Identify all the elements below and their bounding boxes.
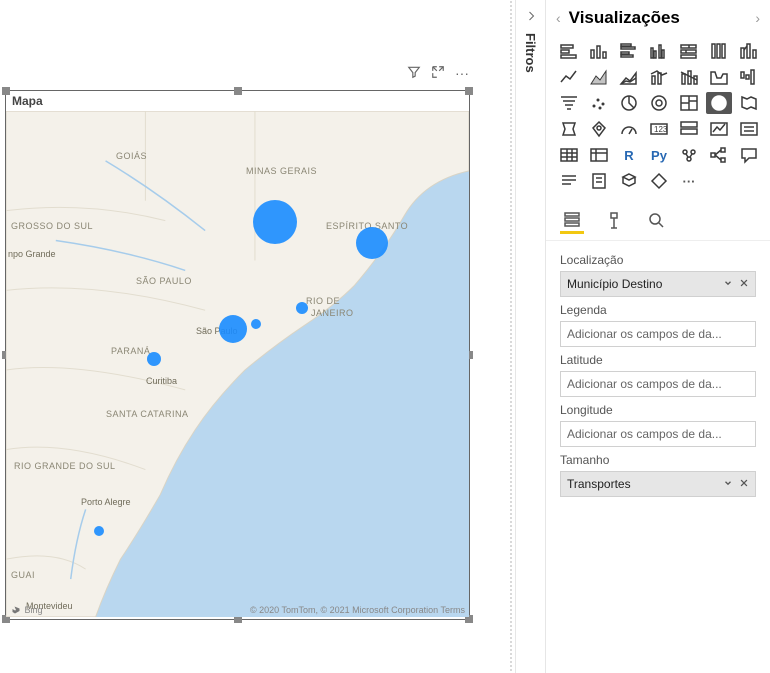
waterfall-icon[interactable]	[736, 66, 762, 88]
ribbon-chart-icon[interactable]	[706, 66, 732, 88]
state-label: GROSSO DO SUL	[11, 221, 93, 231]
chevron-down-icon[interactable]	[723, 277, 733, 291]
field-well-legend[interactable]: Adicionar os campos de da...	[560, 321, 756, 347]
treemap-icon[interactable]	[676, 92, 702, 114]
stacked-bar-icon[interactable]	[556, 40, 582, 62]
map-surface[interactable]: GOIÁSMINAS GERAISGROSSO DO SULESPÍRITO S…	[6, 111, 469, 617]
stacked-bar-100-icon[interactable]	[676, 40, 702, 62]
stacked-column-100-icon[interactable]	[706, 40, 732, 62]
scatter-icon[interactable]	[586, 92, 612, 114]
ribbon-icon[interactable]	[736, 40, 762, 62]
field-well-latitude[interactable]: Adicionar os campos de da...	[560, 371, 756, 397]
state-label: GUAI	[11, 570, 35, 580]
shape-map-icon[interactable]	[556, 118, 582, 140]
r-visual-icon[interactable]: R	[616, 144, 642, 166]
filled-map-icon[interactable]	[736, 92, 762, 114]
clustered-column-icon[interactable]	[646, 40, 672, 62]
remove-field-icon[interactable]	[739, 277, 749, 291]
paginated-report-icon[interactable]	[586, 170, 612, 192]
gauge-icon[interactable]	[616, 118, 642, 140]
state-label: PARANÁ	[111, 346, 150, 356]
state-label: RIO GRANDE DO SUL	[14, 461, 116, 471]
field-label-location: Localização	[560, 253, 756, 267]
expand-filters-icon[interactable]	[525, 10, 537, 25]
smart-narrative-icon[interactable]	[556, 170, 582, 192]
bing-logo: Bing	[10, 603, 43, 615]
field-well-longitude[interactable]: Adicionar os campos de da...	[560, 421, 756, 447]
field-label-size: Tamanho	[560, 453, 756, 467]
funnel-icon[interactable]	[556, 92, 582, 114]
data-bubble[interactable]	[251, 319, 261, 329]
field-well-location[interactable]: Município Destino	[560, 271, 756, 297]
remove-field-icon[interactable]	[739, 477, 749, 491]
state-label: JANEIRO	[311, 308, 354, 318]
data-bubble[interactable]	[253, 200, 297, 244]
get-more-visuals-icon[interactable]: ···	[676, 170, 702, 192]
decomposition-tree-icon[interactable]	[706, 144, 732, 166]
field-label-legend: Legenda	[560, 303, 756, 317]
resize-handle[interactable]	[465, 87, 473, 95]
key-influencers-icon[interactable]	[676, 144, 702, 166]
state-label: GOIÁS	[116, 151, 147, 161]
card-icon[interactable]: 123	[646, 118, 672, 140]
state-label: MINAS GERAIS	[246, 166, 317, 176]
map-attribution[interactable]: © 2020 TomTom, © 2021 Microsoft Corporat…	[250, 605, 465, 615]
focus-mode-icon[interactable]	[431, 65, 445, 82]
field-well-size[interactable]: Transportes	[560, 471, 756, 497]
matrix-icon[interactable]	[586, 144, 612, 166]
resize-handle[interactable]	[2, 87, 10, 95]
python-visual-icon[interactable]: Py	[646, 144, 672, 166]
viz-panel-title: Visualizações	[569, 8, 748, 28]
state-label: RIO DE	[306, 296, 340, 306]
more-options-icon[interactable]: ···	[455, 65, 469, 82]
svg-text:123: 123	[654, 125, 668, 134]
expand-viz-icon[interactable]: ›	[755, 10, 760, 26]
filter-icon[interactable]	[407, 65, 421, 82]
data-bubble[interactable]	[147, 352, 161, 366]
state-label: SANTA CATARINA	[106, 409, 189, 419]
power-apps-icon[interactable]	[646, 170, 672, 192]
filters-panel-collapsed[interactable]: Filtros	[515, 0, 545, 673]
table-icon[interactable]	[556, 144, 582, 166]
city-label: Porto Alegre	[81, 497, 131, 507]
azure-map-icon[interactable]	[586, 118, 612, 140]
stacked-area-icon[interactable]	[616, 66, 642, 88]
clustered-bar-icon[interactable]	[616, 40, 642, 62]
field-label-latitude: Latitude	[560, 353, 756, 367]
report-canvas[interactable]: ··· Mapa GOIÁSMINAS	[0, 0, 509, 673]
multi-row-card-icon[interactable]	[676, 118, 702, 140]
resize-handle[interactable]	[234, 87, 242, 95]
fields-tab[interactable]	[560, 206, 584, 234]
format-tab[interactable]	[602, 206, 626, 234]
chevron-down-icon[interactable]	[723, 477, 733, 491]
stacked-column-icon[interactable]	[586, 40, 612, 62]
state-label: SÃO PAULO	[136, 276, 192, 286]
city-label: npo Grande	[8, 249, 56, 259]
data-bubble[interactable]	[94, 526, 104, 536]
collapse-viz-icon[interactable]: ‹	[556, 10, 561, 26]
analytics-tab[interactable]	[644, 206, 668, 234]
map-visual-container[interactable]: ··· Mapa GOIÁSMINAS	[5, 90, 470, 620]
line-stacked-column-icon[interactable]	[676, 66, 702, 88]
slicer-icon[interactable]	[736, 118, 762, 140]
arcgis-icon[interactable]	[616, 170, 642, 192]
line-column-icon[interactable]	[646, 66, 672, 88]
area-chart-icon[interactable]	[586, 66, 612, 88]
donut-icon[interactable]	[646, 92, 672, 114]
city-label: Curitiba	[146, 376, 177, 386]
data-bubble[interactable]	[296, 302, 308, 314]
visualizations-panel: ‹ Visualizações › 123	[545, 0, 770, 673]
data-bubble[interactable]	[356, 227, 388, 259]
filters-label: Filtros	[523, 33, 538, 73]
pie-icon[interactable]	[616, 92, 642, 114]
map-icon[interactable]	[706, 92, 732, 114]
field-label-longitude: Longitude	[560, 403, 756, 417]
kpi-icon[interactable]	[706, 118, 732, 140]
qa-visual-icon[interactable]	[736, 144, 762, 166]
line-chart-icon[interactable]	[556, 66, 582, 88]
data-bubble[interactable]	[219, 315, 247, 343]
visualization-gallery: 123 R Py ···	[546, 36, 770, 200]
